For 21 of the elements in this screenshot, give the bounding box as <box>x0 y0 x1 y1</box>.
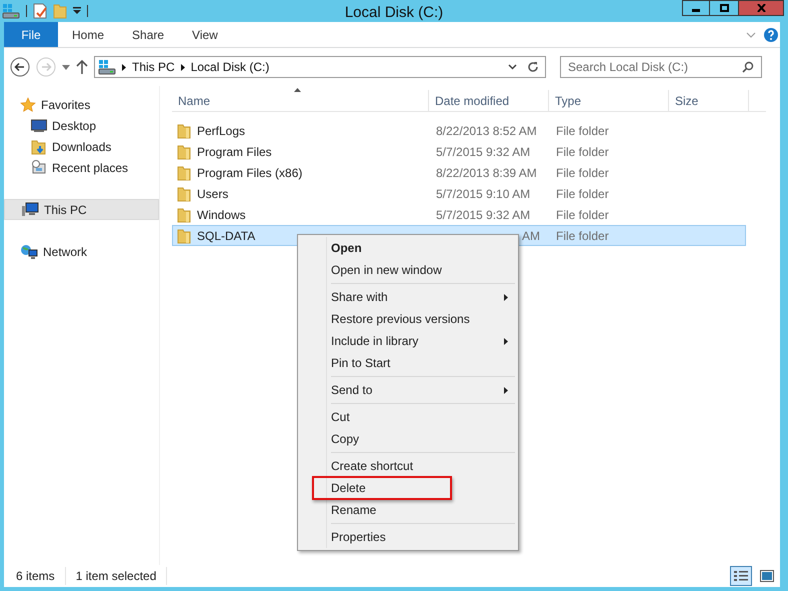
type-cell: File folder <box>556 166 609 180</box>
type-cell: File folder <box>556 186 609 200</box>
file-name: Windows <box>197 206 246 224</box>
date-cell: 5/7/2015 9:32 AM <box>436 144 530 158</box>
window-title: Local Disk (C:) <box>344 3 444 23</box>
date-cell: 8/22/2013 8:52 AM <box>436 124 537 138</box>
file-name: SQL-DATA <box>197 228 256 244</box>
date-cell: 5/7/2015 9:32 AM <box>436 208 530 222</box>
file-name: Program Files (x86) <box>197 164 302 182</box>
date-cell: AM <box>522 228 540 242</box>
type-cell: File folder <box>556 228 609 242</box>
date-cell: 8/22/2013 8:39 AM <box>436 166 537 180</box>
type-cell: File folder <box>556 144 609 158</box>
date-cell: 5/7/2015 9:10 AM <box>436 186 530 200</box>
status-text: 1 item selected <box>76 567 168 585</box>
type-cell: File folder <box>556 208 609 222</box>
file-name: Program Files <box>197 144 272 160</box>
type-cell: File folder <box>556 124 609 138</box>
file-name: PerfLogs <box>197 122 246 140</box>
status-text: 6 items <box>16 567 66 585</box>
file-name: Users <box>197 186 228 202</box>
